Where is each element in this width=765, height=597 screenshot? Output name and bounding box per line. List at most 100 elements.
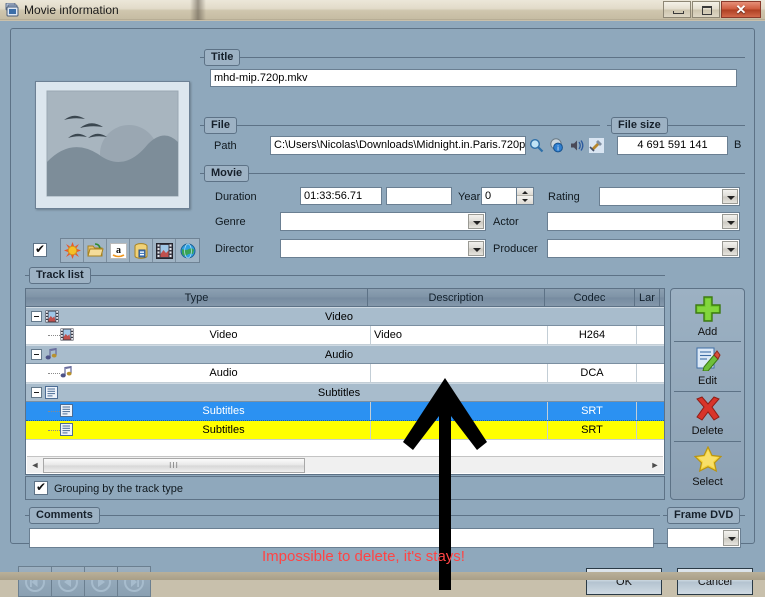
nav-first-button[interactable] xyxy=(18,566,52,597)
table-row[interactable]: Audio DCA xyxy=(26,364,664,383)
producer-label: Producer xyxy=(493,243,538,255)
year-input[interactable]: 0 xyxy=(481,187,517,205)
info-icon[interactable]: i xyxy=(546,136,566,155)
tree-connector xyxy=(48,334,60,336)
filmstrip-icon[interactable] xyxy=(153,239,176,262)
amazon-icon[interactable]: a xyxy=(107,239,130,262)
year-stepper-down[interactable] xyxy=(517,196,533,204)
chevron-down-icon[interactable] xyxy=(722,214,738,229)
nav-next-button[interactable] xyxy=(84,566,118,597)
comments-input[interactable] xyxy=(29,528,654,548)
row-type: Audio xyxy=(324,348,354,361)
year-stepper-up[interactable] xyxy=(517,188,533,196)
track-list-group: Track list Type Description Codec Lar Vi… xyxy=(25,267,665,475)
edit-button[interactable]: Edit xyxy=(674,342,741,392)
row-language xyxy=(637,421,662,439)
actor-combo[interactable] xyxy=(547,212,740,231)
column-header-description[interactable]: Description xyxy=(368,289,545,306)
table-row[interactable]: Subtitles xyxy=(26,383,664,402)
table-row[interactable]: Audio xyxy=(26,345,664,364)
nav-last-button[interactable] xyxy=(117,566,151,597)
track-table: Type Description Codec Lar Video Video V… xyxy=(25,288,665,475)
search-icon[interactable] xyxy=(526,136,546,155)
add-button[interactable]: Add xyxy=(674,292,741,342)
producer-combo[interactable] xyxy=(547,239,740,258)
chevron-down-icon[interactable] xyxy=(722,189,738,204)
tree-connector xyxy=(48,372,60,374)
title-input[interactable]: mhd-mip.720p.mkv xyxy=(210,69,737,87)
filmstrip-icon xyxy=(45,310,59,324)
chevron-down-icon[interactable] xyxy=(468,241,484,256)
table-row[interactable]: Video Video H264 xyxy=(26,326,664,345)
open-folder-icon[interactable] xyxy=(84,239,107,262)
row-language xyxy=(637,402,662,420)
duration-extra-input[interactable] xyxy=(386,187,452,205)
metadata-enable-checkbox[interactable] xyxy=(33,242,47,257)
file-size-group: File size 4 691 591 141 B xyxy=(607,117,745,159)
scroll-right-arrow-icon[interactable]: ► xyxy=(647,458,663,473)
table-row[interactable]: Subtitles SRT xyxy=(26,421,664,440)
path-input[interactable]: C:\Users\Nicolas\Downloads\Midnight.in.P… xyxy=(270,136,526,155)
window-controls: ✕ xyxy=(662,1,761,18)
director-combo[interactable] xyxy=(280,239,486,258)
tools-icon[interactable] xyxy=(586,136,606,155)
poster-thumbnail[interactable] xyxy=(35,81,190,209)
comments-group-line xyxy=(25,515,660,516)
table-row[interactable]: Subtitles SRT xyxy=(26,402,664,421)
svg-text:a: a xyxy=(116,245,121,256)
subtitle-icon xyxy=(60,404,74,418)
title-group-line xyxy=(200,57,745,58)
globe-icon[interactable] xyxy=(176,239,199,262)
window-bottom-strip xyxy=(0,572,765,580)
chevron-down-icon[interactable] xyxy=(468,214,484,229)
expander-video[interactable] xyxy=(31,311,42,322)
chevron-down-icon[interactable] xyxy=(723,530,739,546)
database-icon[interactable] xyxy=(130,239,153,262)
chevron-down-icon[interactable] xyxy=(722,241,738,256)
audio-icon[interactable] xyxy=(566,136,586,155)
row-codec: DCA xyxy=(547,364,637,382)
select-button[interactable]: Select xyxy=(674,442,741,492)
file-size-input[interactable]: 4 691 591 141 xyxy=(617,136,728,155)
edit-label: Edit xyxy=(698,375,717,387)
frame-dvd-group-body xyxy=(663,524,745,549)
rating-combo[interactable] xyxy=(599,187,740,206)
director-label: Director xyxy=(215,243,254,255)
close-button[interactable]: ✕ xyxy=(721,1,761,18)
maximize-button[interactable] xyxy=(692,1,720,18)
subtitle-icon xyxy=(45,385,59,400)
row-codec: SRT xyxy=(547,402,637,420)
delete-label: Delete xyxy=(691,425,724,437)
grouping-checkbox[interactable] xyxy=(34,480,48,495)
table-horizontal-scrollbar[interactable]: ◄ III ► xyxy=(27,456,663,473)
scroll-left-arrow-icon[interactable]: ◄ xyxy=(27,458,43,473)
comments-group: Comments xyxy=(25,507,660,549)
column-header-type[interactable]: Type xyxy=(26,289,368,306)
movie-window-icon xyxy=(5,2,20,17)
frame-dvd-combo[interactable] xyxy=(667,528,741,548)
scrollbar-thumb[interactable]: III xyxy=(43,457,305,473)
movie-information-dialog: Title mhd-mip.720p.mkv File Path C:\User… xyxy=(0,20,765,597)
column-header-codec[interactable]: Codec xyxy=(545,289,635,306)
expander-subtitles[interactable] xyxy=(31,387,42,398)
genre-combo[interactable] xyxy=(280,212,486,231)
record-navigation xyxy=(18,566,151,597)
movie-group-line xyxy=(200,173,745,174)
edit-pencil-icon xyxy=(695,346,721,374)
frame-dvd-group: Frame DVD xyxy=(663,507,745,549)
column-header-language[interactable]: Lar xyxy=(635,289,660,306)
delete-button[interactable]: Delete xyxy=(674,392,741,442)
year-stepper[interactable] xyxy=(517,187,534,205)
subtitle-icon xyxy=(60,423,74,437)
table-row[interactable]: Video xyxy=(26,307,664,326)
expander-audio[interactable] xyxy=(31,349,42,360)
nav-previous-button[interactable] xyxy=(51,566,85,597)
actor-label: Actor xyxy=(493,216,519,228)
sun-icon[interactable] xyxy=(61,239,84,262)
minimize-button[interactable] xyxy=(663,1,691,18)
row-codec: H264 xyxy=(547,326,637,344)
duration-input[interactable]: 01:33:56.71 xyxy=(300,187,382,205)
